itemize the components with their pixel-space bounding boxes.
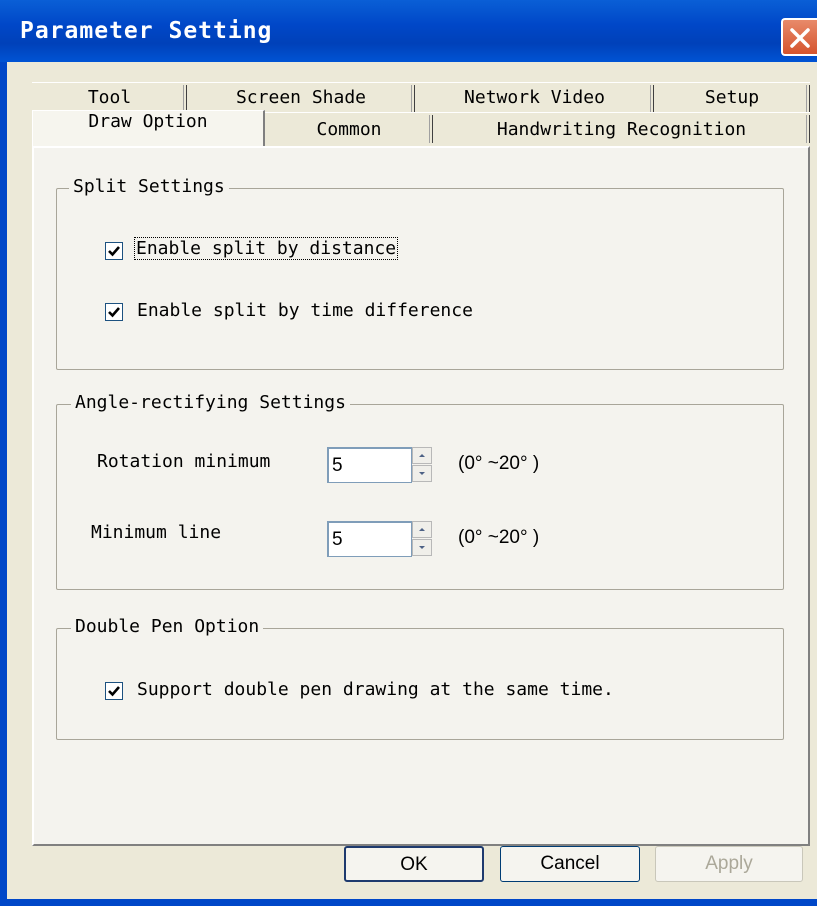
window-frame-bottom	[0, 899, 817, 906]
tab-setup-label: Setup	[704, 87, 760, 108]
close-icon	[790, 28, 810, 48]
split-distance-label-wrap[interactable]: Enable split by distance	[134, 237, 399, 260]
rotation-range-text: (0° ~20° )	[458, 453, 540, 474]
double-pen-label[interactable]: Support double pen drawing at the same t…	[137, 679, 614, 700]
close-button[interactable]	[781, 18, 817, 56]
angle-settings-group: Angle-rectifying Settings Rotation minim…	[56, 392, 784, 590]
tab-common-label: Common	[316, 119, 382, 140]
minimum-line-range-text: (0° ~20° )	[458, 527, 540, 548]
tab-handwriting-label: Handwriting Recognition	[496, 119, 747, 140]
tab-network-video[interactable]: Network Video	[415, 82, 654, 113]
tab-setup[interactable]: Setup	[654, 82, 810, 113]
tab-screen-shade[interactable]: Screen Shade	[187, 82, 415, 113]
checkmark-icon	[108, 246, 120, 257]
angle-settings-title: Angle-rectifying Settings	[71, 392, 350, 413]
tab-draw-option[interactable]: Draw Option	[32, 110, 265, 146]
minimum-line-label: Minimum line	[91, 522, 222, 543]
spin-up-button[interactable]	[412, 447, 432, 464]
title-bar[interactable]: Parameter Setting	[0, 0, 817, 62]
split-settings-title: Split Settings	[69, 176, 229, 197]
minimum-line-input[interactable]: 5	[327, 521, 412, 557]
window-title: Parameter Setting	[20, 18, 273, 44]
tab-tool-label: Tool	[87, 87, 132, 108]
tab-tool[interactable]: Tool	[32, 82, 187, 113]
rotation-minimum-spinner[interactable]	[412, 447, 432, 483]
tab-panel-draw-option: Split Settings Enable split by distance …	[32, 146, 810, 846]
rotation-minimum-input[interactable]: 5	[327, 447, 412, 483]
arrow-down-icon	[419, 546, 425, 549]
double-pen-title: Double Pen Option	[71, 616, 264, 637]
tab-screen-shade-label: Screen Shade	[235, 87, 367, 108]
cancel-button[interactable]: Cancel	[500, 846, 640, 882]
split-distance-checkbox[interactable]	[105, 242, 123, 260]
apply-button[interactable]: Apply	[655, 846, 803, 882]
tab-handwriting-recognition[interactable]: Handwriting Recognition	[433, 112, 810, 146]
split-distance-label[interactable]: Enable split by distance	[134, 237, 399, 260]
ok-button[interactable]: OK	[344, 846, 484, 882]
arrow-up-icon	[419, 454, 425, 457]
split-time-checkbox[interactable]	[105, 303, 123, 321]
spin-down-button[interactable]	[412, 539, 432, 556]
spin-down-button[interactable]	[412, 465, 432, 482]
arrow-up-icon	[419, 528, 425, 531]
parameter-setting-dialog: Parameter Setting Tool Screen Shade Netw…	[0, 0, 817, 906]
tab-draw-option-label: Draw Option	[88, 111, 208, 132]
checkmark-icon	[108, 307, 120, 318]
double-pen-group: Double Pen Option Support double pen dra…	[56, 616, 784, 740]
minimum-line-spinner[interactable]	[412, 521, 432, 557]
checkmark-icon	[108, 686, 120, 697]
tab-network-video-label: Network Video	[464, 87, 605, 108]
split-time-label[interactable]: Enable split by time difference	[137, 300, 473, 321]
rotation-minimum-label: Rotation minimum	[97, 451, 271, 472]
tab-common[interactable]: Common	[265, 112, 433, 146]
double-pen-checkbox[interactable]	[105, 682, 123, 700]
split-settings-group: Split Settings Enable split by distance …	[56, 176, 784, 370]
window-frame-left	[0, 62, 7, 906]
arrow-down-icon	[419, 472, 425, 475]
spin-up-button[interactable]	[412, 521, 432, 538]
